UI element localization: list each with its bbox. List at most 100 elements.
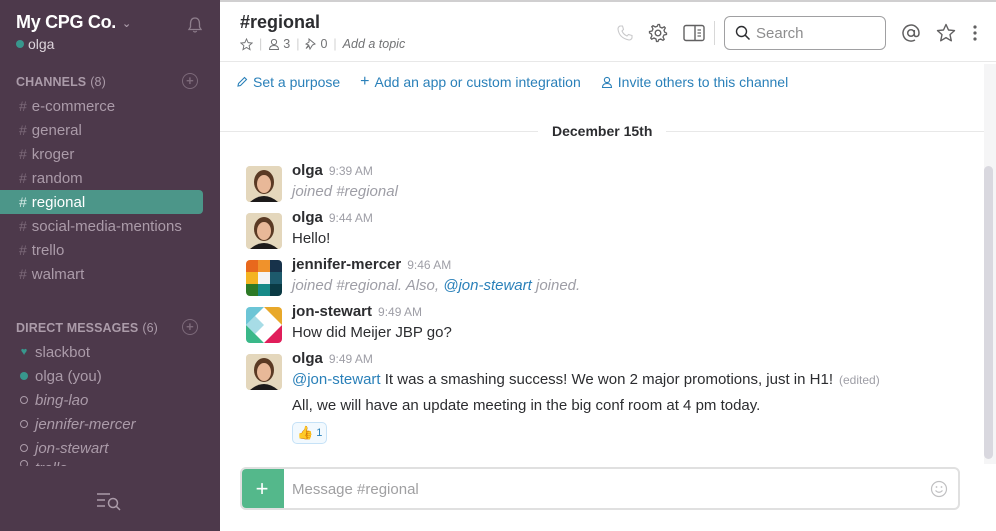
message-text-part: joined. (531, 277, 581, 294)
hash-icon: # (19, 266, 27, 282)
sidebar-item-regional[interactable]: # regional (0, 190, 203, 214)
channel-intro-actions: Set a purpose + Add an app or custom int… (236, 73, 808, 91)
channel-name: random (31, 169, 83, 187)
dm-count: (6) (142, 321, 158, 335)
search-input[interactable]: Search (724, 16, 886, 50)
channel-name: walmart (31, 265, 85, 283)
set-purpose-link[interactable]: Set a purpose (236, 73, 340, 91)
avatar-jon-stewart[interactable] (246, 307, 282, 343)
timestamp[interactable]: 9:44 AM (329, 211, 373, 225)
message-text-part: joined #regional. Also, (292, 277, 444, 294)
dm-item-olga[interactable]: olga (you) (0, 364, 220, 388)
message-text: @jon-stewart It was a smashing success! … (292, 370, 942, 390)
sender-name[interactable]: jon-stewart (292, 303, 372, 320)
dm-item-bing-lao[interactable]: bing-lao (0, 388, 220, 412)
message-text-part: It was a smashing success! We won 2 majo… (380, 371, 833, 388)
user-mention[interactable]: @jon-stewart (443, 277, 532, 294)
reaction-thumbs-up[interactable]: 👍 1 (292, 422, 328, 444)
dm-item-jon-stewart[interactable]: jon-stewart (0, 436, 220, 460)
sender-name[interactable]: olga (292, 162, 323, 179)
sidebar-item-e-commerce[interactable]: # e-commerce (0, 94, 203, 118)
plus-icon: + (255, 475, 269, 501)
sidebar-item-kroger[interactable]: # kroger (0, 142, 203, 166)
plus-icon: + (360, 73, 370, 90)
sidebar-item-walmart[interactable]: # walmart (0, 262, 203, 286)
member-icon[interactable] (268, 38, 280, 50)
search-icon (735, 25, 751, 41)
hash-icon: # (19, 146, 27, 162)
chevron-down-icon: ⌄ (122, 18, 131, 30)
avatar-olga[interactable] (246, 213, 282, 249)
sender-name[interactable]: olga (292, 209, 323, 226)
message-input[interactable] (292, 477, 912, 501)
channel-name: social-media-mentions (31, 217, 182, 235)
message-text: All, we will have an update meeting in t… (292, 397, 761, 414)
sidebar-item-general[interactable]: # general (0, 118, 203, 142)
member-count[interactable]: 3 (283, 37, 290, 51)
team-header[interactable]: My CPG Co. ⌄ olga (16, 12, 206, 52)
attach-file-button[interactable]: + (242, 469, 284, 508)
channels-header[interactable]: CHANNELS (8) + (16, 73, 206, 89)
dm-name: jennifer-mercer (35, 415, 136, 433)
avatar-olga[interactable] (246, 166, 282, 202)
channel-name: regional (31, 193, 86, 211)
pinned-count[interactable]: 0 (320, 37, 327, 51)
message-text: joined #regional (292, 183, 398, 200)
user-mention[interactable]: @jon-stewart (292, 371, 381, 388)
status-slot (19, 396, 29, 404)
team-menu-button[interactable]: My CPG Co. ⌄ (16, 12, 206, 33)
presence-online-icon (16, 40, 24, 48)
add-topic-link[interactable]: Add a topic (343, 37, 406, 51)
sender-name[interactable]: olga (292, 350, 323, 367)
timestamp[interactable]: 9:46 AM (407, 258, 451, 272)
add-integration-link[interactable]: + Add an app or custom integration (360, 73, 581, 91)
more-options-icon[interactable] (964, 22, 986, 44)
hash-icon: # (19, 170, 27, 186)
current-user[interactable]: olga (16, 36, 206, 52)
hash-icon: # (19, 122, 27, 138)
emoji-icon[interactable] (930, 480, 948, 498)
set-purpose-label: Set a purpose (253, 74, 341, 90)
status-slot (19, 372, 29, 380)
channels-count: (8) (90, 75, 106, 89)
dm-item-jennifer-mercer[interactable]: jennifer-mercer (0, 412, 220, 436)
presence-away-icon (20, 396, 28, 404)
scrollbar-thumb[interactable] (984, 166, 993, 459)
avatar-olga[interactable] (246, 354, 282, 390)
status-slot: ♥ (19, 346, 29, 358)
message-composer: + (240, 467, 960, 510)
message-body: jennifer-mercer 9:46 AM joined #regional.… (292, 256, 942, 296)
current-user-name: olga (28, 36, 55, 52)
mentions-icon[interactable] (900, 22, 922, 44)
message-body: olga 9:44 AM Hello! (292, 209, 942, 249)
presence-online-icon (20, 372, 28, 380)
direct-messages-header[interactable]: DIRECT MESSAGES (6) + (16, 319, 206, 335)
star-icon[interactable] (240, 37, 253, 51)
sidebar-item-trello[interactable]: # trello (0, 238, 203, 262)
add-channel-icon[interactable]: + (182, 73, 198, 89)
sidebar-item-random[interactable]: # random (0, 166, 203, 190)
sender-name[interactable]: jennifer-mercer (292, 256, 401, 273)
quick-switcher-icon[interactable] (96, 492, 122, 512)
starred-items-icon[interactable] (935, 22, 957, 44)
pencil-icon (236, 76, 248, 88)
timestamp[interactable]: 9:49 AM (378, 305, 422, 319)
bell-icon[interactable] (186, 16, 204, 34)
channel-name: trello (31, 241, 65, 259)
dm-item-slackbot[interactable]: ♥ slackbot (0, 340, 220, 364)
timestamp[interactable]: 9:49 AM (329, 352, 373, 366)
add-integration-label: Add an app or custom integration (374, 74, 581, 90)
details-pane-icon[interactable] (683, 22, 705, 44)
dm-name: bing-lao (35, 391, 89, 409)
channel-title[interactable]: #regional (240, 12, 320, 33)
gear-icon[interactable] (647, 22, 669, 44)
pin-icon[interactable] (305, 38, 317, 50)
sidebar-item-social-media-mentions[interactable]: # social-media-mentions (0, 214, 203, 238)
call-icon[interactable] (614, 22, 636, 44)
message-body: olga 9:39 AM joined #regional (292, 162, 942, 202)
add-dm-icon[interactable]: + (182, 319, 198, 335)
header-divider (714, 21, 715, 45)
avatar-jennifer-mercer[interactable] (246, 260, 282, 296)
invite-others-link[interactable]: Invite others to this channel (601, 73, 788, 91)
timestamp[interactable]: 9:39 AM (329, 164, 373, 178)
